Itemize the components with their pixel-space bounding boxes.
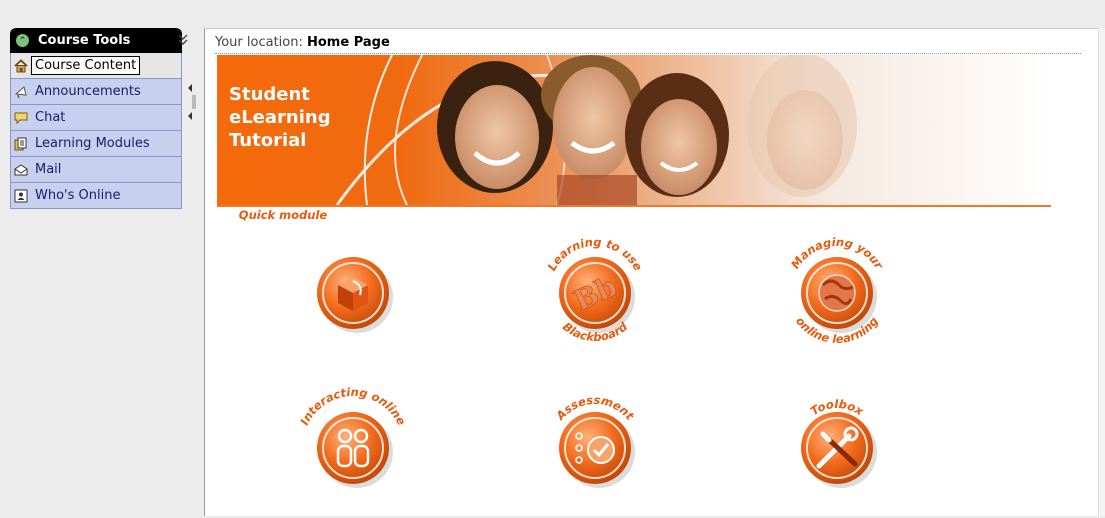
module-quick-module[interactable]: Quick module [239,208,423,359]
course-tools-title: Course Tools [38,33,131,48]
divider [215,53,1081,54]
sidebar-item-learning-modules[interactable]: Learning Modules [10,131,182,157]
sidebar-item-label: Learning Modules [35,136,150,151]
sidebar-item-chat[interactable]: Chat [10,105,182,131]
banner-title-line: Student [229,84,310,105]
sidebar-item-mail[interactable]: Mail [10,157,182,183]
module-toolbox[interactable]: Toolbox [767,374,907,514]
left-panel: ⌃ Course Tools Course Content Announceme… [0,0,201,516]
module-title: Quick module [239,208,328,222]
sidebar-item-whos-online[interactable]: Who's Online [10,183,182,209]
banner-underline [217,205,1051,207]
sidebar-item-label: Announcements [35,84,141,99]
breadcrumb-prefix: Your location: [215,35,303,50]
module-learning-blackboard[interactable]: Learning to use Bb Blackboard [525,219,665,359]
module-interacting-online[interactable]: Interacting online [283,374,423,514]
banner-title-line: eLearning [229,107,331,128]
home-icon [14,58,28,73]
scrollbar[interactable] [1098,28,1105,516]
sidebar-item-announcements[interactable]: Announcements [10,79,182,105]
module-managing-online-learning[interactable]: Managing your online learning [767,219,907,359]
panel-collapse-handle[interactable] [187,84,197,120]
banner-title: Student eLearning Tutorial [229,83,331,152]
sidebar-item-label: Chat [35,110,66,125]
chat-bubble-icon [14,111,28,125]
envelope-icon [14,163,28,177]
module-assessment[interactable]: Assessment [525,374,665,514]
breadcrumb-current: Home Page [307,35,390,50]
document-icon [14,137,28,151]
sidebar-item-course-content[interactable]: Course Content [10,53,182,79]
breadcrumb: Your location: Home Page [215,35,390,50]
sidebar-item-label: Mail [35,162,62,177]
sidebar-item-label: Course Content [31,56,141,75]
content-frame: Your location: Home Page Student eLearni… [204,28,1105,516]
collapse-menu-icon[interactable] [175,28,191,52]
person-card-icon [14,189,28,203]
puzzle-globe-icon [818,274,856,312]
course-tools-header[interactable]: ⌃ Course Tools [10,28,182,53]
sidebar-item-label: Who's Online [35,188,121,203]
megaphone-icon [14,85,28,99]
course-tools-menu: ⌃ Course Tools Course Content Announceme… [10,28,188,209]
header-banner: Student eLearning Tutorial [217,55,1051,205]
banner-title-line: Tutorial [229,130,307,151]
expand-icon[interactable]: ⌃ [16,34,29,47]
